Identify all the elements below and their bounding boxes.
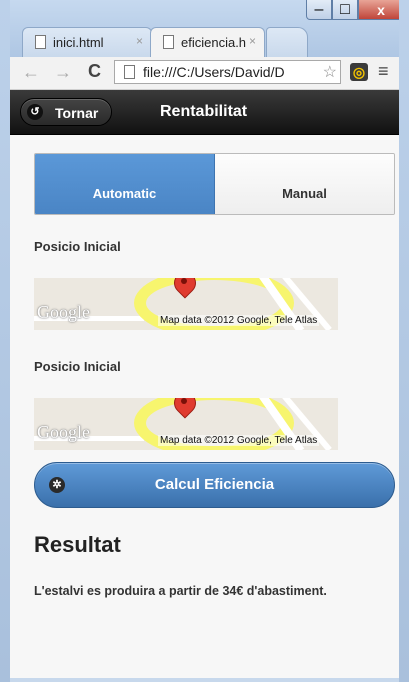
map-attribution: Map data ©2012 Google, Tele Atlas (158, 315, 320, 326)
window-controls: – □ x (306, 0, 404, 22)
menu-icon[interactable]: ≡ (378, 61, 389, 82)
extension-icon[interactable]: ◎ (350, 63, 368, 81)
maximize-button[interactable]: □ (332, 0, 358, 20)
calcul-eficiencia-button[interactable]: ✲ Calcul Eficiencia (34, 462, 395, 508)
map-marker-dot (181, 278, 187, 284)
map-attribution: Map data ©2012 Google, Tele Atlas (158, 435, 320, 446)
new-tab-button[interactable] (266, 27, 308, 57)
minimize-button[interactable]: – (306, 0, 332, 20)
document-icon (163, 35, 174, 49)
tab-inici[interactable]: inici.html × (22, 27, 152, 57)
position-label: Posicio Inicial (34, 359, 121, 374)
result-text: L'estalvi es produira a partir de 34€ d'… (34, 584, 327, 598)
back-icon: ↺ (27, 104, 43, 120)
google-logo: Google (37, 302, 90, 322)
star-icon[interactable]: ☆ (322, 62, 337, 82)
window-frame-left (0, 0, 10, 682)
browser-window: inici.html × eficiencia.h × – □ x ← → C … (0, 0, 409, 682)
position-label: Posicio Inicial (34, 239, 121, 254)
back-button[interactable]: ↺ Tornar (20, 98, 112, 126)
title-bar: inici.html × eficiencia.h × – □ x (0, 0, 409, 58)
result-heading: Resultat (34, 532, 121, 557)
mode-selector: Automatic Manual (34, 153, 395, 215)
reload-icon[interactable]: C (88, 61, 101, 82)
mode-option-manual[interactable]: Manual (215, 154, 394, 214)
arrow-right-icon[interactable]: → (54, 62, 72, 83)
window-frame-right (399, 0, 409, 682)
document-icon (35, 35, 46, 49)
address-bar[interactable]: file:///C:/Users/David/D ☆ (114, 60, 341, 84)
tab-label: eficiencia.h (181, 35, 247, 50)
close-window-button[interactable]: x (358, 0, 404, 20)
map-marker-dot (181, 398, 187, 404)
arrow-left-icon[interactable]: ← (22, 62, 40, 83)
map-thumbnail[interactable]: Google Map data ©2012 Google, Tele Atlas (34, 398, 338, 450)
app-header: ↺ Tornar Rentabilitat (10, 90, 399, 135)
gear-icon: ✲ (49, 477, 65, 493)
tab-label: inici.html (53, 35, 104, 50)
calc-button-label: Calcul Eficiencia (154, 476, 275, 493)
google-logo: Google (37, 422, 90, 442)
page-icon (124, 65, 135, 79)
mode-option-automatic[interactable]: Automatic (35, 154, 215, 214)
page-title: Rentabilitat (160, 103, 248, 120)
back-label: Tornar (55, 105, 99, 121)
page-viewport: ↺ Tornar Rentabilitat Automatic Manual P… (10, 90, 399, 678)
tab-close-icon[interactable]: × (249, 34, 256, 48)
tab-close-icon[interactable]: × (136, 34, 143, 48)
browser-toolbar: ← → C file:///C:/Users/David/D ☆ ◎ ≡ (10, 57, 399, 90)
map-thumbnail[interactable]: Google Map data ©2012 Google, Tele Atlas (34, 278, 338, 330)
tab-eficiencia[interactable]: eficiencia.h × (150, 27, 265, 57)
address-text: file:///C:/Users/David/D (143, 64, 285, 80)
